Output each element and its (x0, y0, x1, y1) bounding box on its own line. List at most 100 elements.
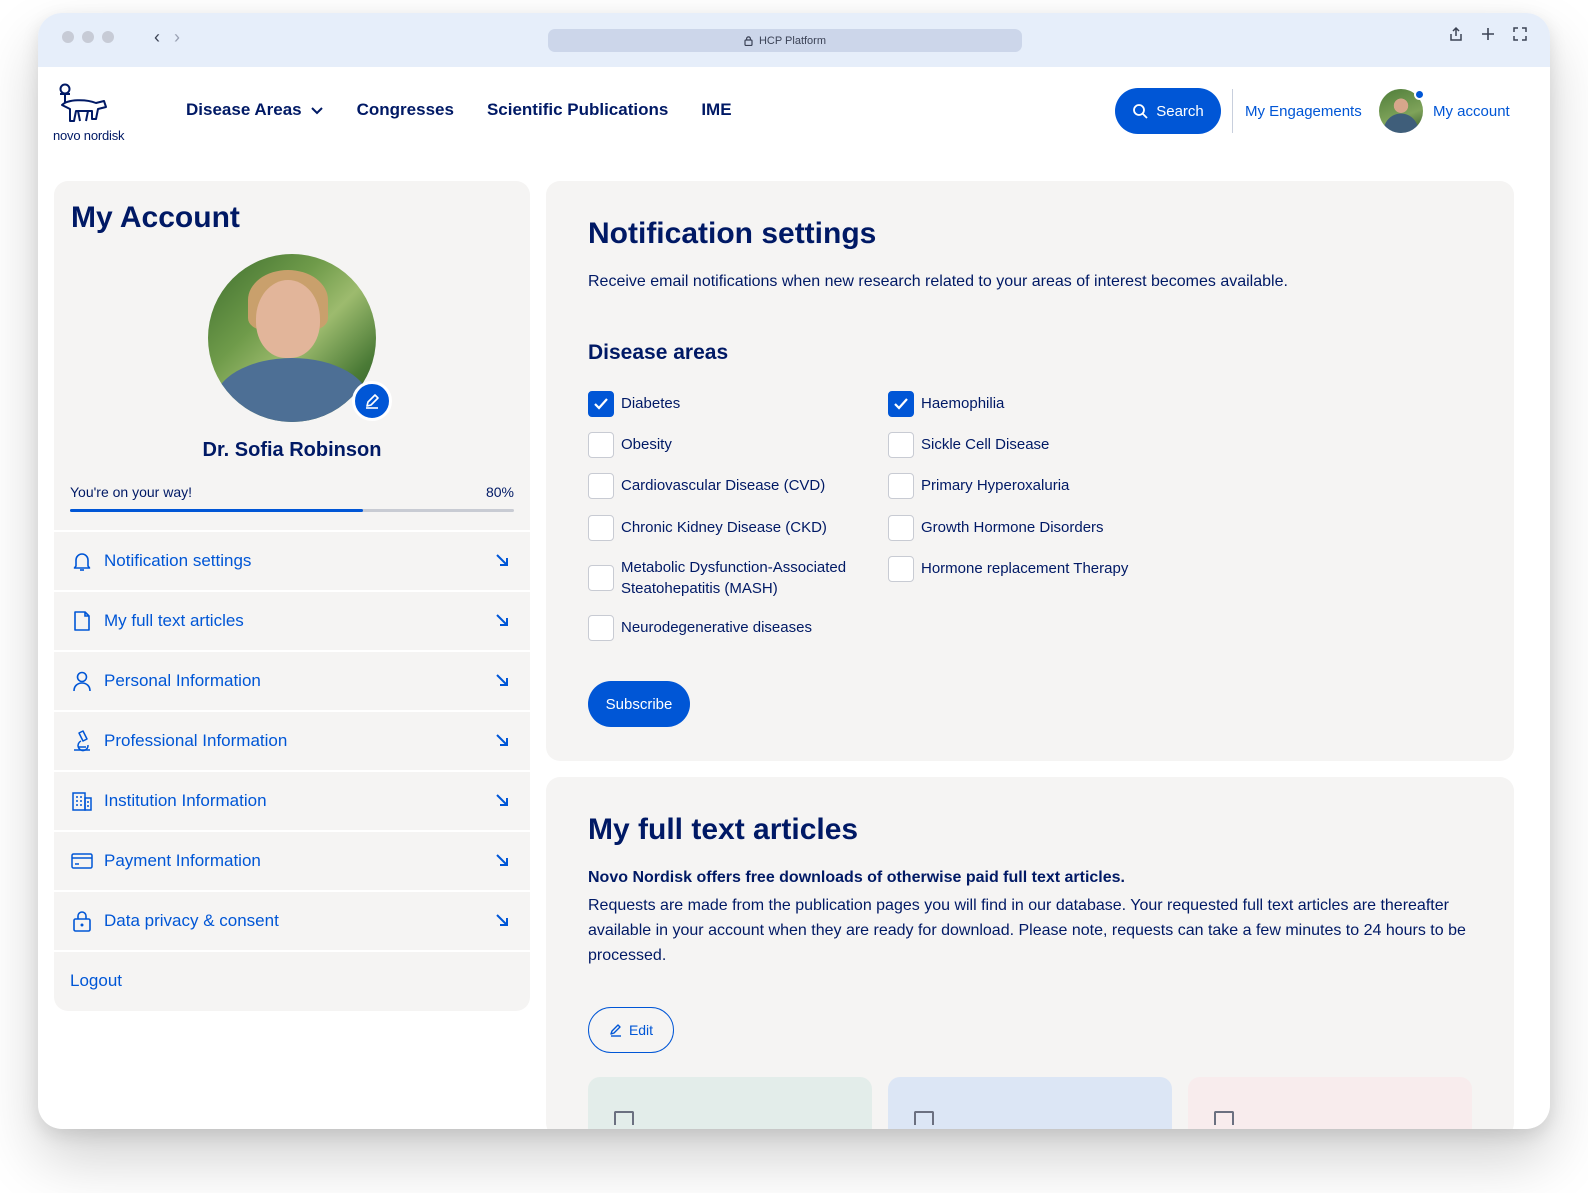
checkmark-icon (594, 398, 608, 410)
nav-disease-areas[interactable]: Disease Areas (186, 100, 324, 120)
menu-item-label: Payment Information (104, 851, 261, 870)
arrow-down-right-icon (496, 614, 508, 626)
checkbox-hormone-replacement[interactable]: Hormone replacement Therapy (888, 556, 1128, 582)
checkbox-box[interactable] (588, 391, 614, 417)
history-nav: ‹ › (154, 27, 180, 48)
menu-item-label: Institution Information (104, 791, 267, 810)
progress-percent: 80% (485, 484, 514, 500)
bell-icon (73, 553, 91, 571)
back-icon[interactable]: ‹ (154, 27, 160, 48)
checkbox-box[interactable] (888, 473, 914, 499)
window-controls (62, 31, 114, 43)
nav-scientific-publications[interactable]: Scientific Publications (487, 100, 668, 120)
main-nav: Disease Areas Congresses Scientific Publ… (186, 100, 732, 120)
full-text-articles-panel: My full text articles Novo Nordisk offer… (546, 777, 1514, 1129)
article-card[interactable] (1188, 1077, 1472, 1129)
profile-photo (208, 254, 376, 422)
fullscreen-icon[interactable] (1512, 26, 1528, 42)
disease-areas-heading: Disease areas (588, 341, 729, 364)
checkbox-cvd[interactable]: Cardiovascular Disease (CVD) (588, 473, 825, 499)
checkbox-label: Diabetes (621, 395, 681, 412)
nav-ime[interactable]: IME (701, 100, 731, 120)
checkbox-growth-hormone[interactable]: Growth Hormone Disorders (888, 515, 1104, 541)
document-icon (1214, 1111, 1234, 1125)
menu-item-full-text-articles[interactable]: My full text articles (54, 590, 530, 650)
share-icon[interactable] (1448, 26, 1464, 42)
chevron-down-icon (310, 107, 323, 115)
articles-body: Requests are made from the publication p… (588, 897, 1466, 964)
checkbox-diabetes[interactable]: Diabetes (588, 391, 680, 417)
new-tab-icon[interactable] (1480, 26, 1496, 42)
checkbox-box[interactable] (588, 615, 614, 641)
progress-label: You're on your way! (70, 484, 193, 500)
forward-icon[interactable]: › (174, 27, 180, 48)
checkbox-label: Haemophilia (921, 395, 1005, 412)
checkbox-label: Obesity (621, 436, 672, 453)
checkbox-box[interactable] (888, 556, 914, 582)
edit-button-label: Edit (628, 1022, 654, 1038)
pencil-icon (610, 1024, 621, 1037)
article-card[interactable] (588, 1077, 872, 1129)
checkbox-ckd[interactable]: Chronic Kidney Disease (CKD) (588, 515, 827, 541)
checkbox-label: Neurodegenerative diseases (621, 619, 812, 636)
nav-congresses[interactable]: Congresses (357, 100, 454, 120)
search-button[interactable]: Search (1115, 88, 1221, 134)
checkbox-box[interactable] (888, 391, 914, 417)
apis-bull-logo-icon (59, 83, 107, 122)
novo-nordisk-logo[interactable]: novo nordisk (52, 81, 138, 143)
checkbox-sickle-cell[interactable]: Sickle Cell Disease (888, 432, 1049, 458)
close-window-button[interactable] (62, 31, 74, 43)
checkbox-label: Hormone replacement Therapy (921, 560, 1129, 577)
articles-lead: Novo Nordisk offers free downloads of ot… (588, 869, 1125, 886)
checkbox-obesity[interactable]: Obesity (588, 432, 672, 458)
arrow-down-right-icon (496, 674, 508, 686)
checkbox-box[interactable] (588, 432, 614, 458)
browser-actions (1448, 26, 1528, 42)
menu-item-label: Professional Information (104, 731, 288, 750)
arrow-down-right-icon (496, 854, 508, 866)
notification-settings-panel: Notification settings Receive email noti… (546, 181, 1514, 761)
site-header: novo nordisk Disease Areas Congresses Sc… (38, 67, 1550, 167)
subscribe-button[interactable]: Subscribe (588, 681, 690, 727)
checkbox-mash[interactable]: Metabolic Dysfunction-Associated Steatoh… (588, 555, 861, 599)
credit-card-icon (71, 853, 93, 869)
notification-settings-title: Notification settings (588, 217, 877, 250)
menu-item-label: Personal Information (104, 671, 261, 690)
article-card[interactable] (888, 1077, 1172, 1129)
my-engagements-link[interactable]: My Engagements (1245, 103, 1362, 120)
checkbox-box[interactable] (588, 565, 614, 591)
checkbox-box[interactable] (588, 473, 614, 499)
search-button-label: Search (1156, 102, 1204, 120)
minimize-window-button[interactable] (82, 31, 94, 43)
checkbox-box[interactable] (888, 432, 914, 458)
full-text-articles-title: My full text articles (588, 813, 859, 846)
checkbox-neurodegenerative[interactable]: Neurodegenerative diseases (588, 615, 812, 641)
menu-item-payment-information[interactable]: Payment Information (54, 830, 530, 890)
arrow-down-right-icon (496, 734, 508, 746)
address-bar[interactable]: HCP Platform (548, 29, 1022, 52)
my-account-link[interactable]: My account (1433, 103, 1510, 120)
lock-icon (744, 35, 753, 46)
menu-item-notification-settings[interactable]: Notification settings (54, 530, 530, 590)
progress-fill (70, 509, 364, 512)
pencil-icon (366, 394, 379, 409)
document-icon (74, 611, 90, 631)
microscope-icon (74, 730, 90, 752)
edit-button[interactable]: Edit (588, 1007, 674, 1053)
edit-photo-button[interactable] (352, 381, 392, 421)
checkbox-haemophilia[interactable]: Haemophilia (888, 391, 1004, 417)
maximize-window-button[interactable] (102, 31, 114, 43)
menu-item-label: My full text articles (104, 611, 244, 630)
menu-item-institution-information[interactable]: Institution Information (54, 770, 530, 830)
checkbox-primary-hyperoxaluria[interactable]: Primary Hyperoxaluria (888, 473, 1069, 499)
building-icon (72, 792, 92, 811)
menu-item-data-privacy[interactable]: Data privacy & consent (54, 890, 530, 950)
menu-item-personal-information[interactable]: Personal Information (54, 650, 530, 710)
notification-description: Receive email notifications when new res… (588, 273, 1288, 290)
menu-item-professional-information[interactable]: Professional Information (54, 710, 530, 770)
logout-link[interactable]: Logout (54, 950, 530, 1010)
checkbox-box[interactable] (888, 515, 914, 541)
checkbox-label: Sickle Cell Disease (921, 436, 1050, 453)
checkbox-box[interactable] (588, 515, 614, 541)
notification-dot (1414, 89, 1425, 100)
